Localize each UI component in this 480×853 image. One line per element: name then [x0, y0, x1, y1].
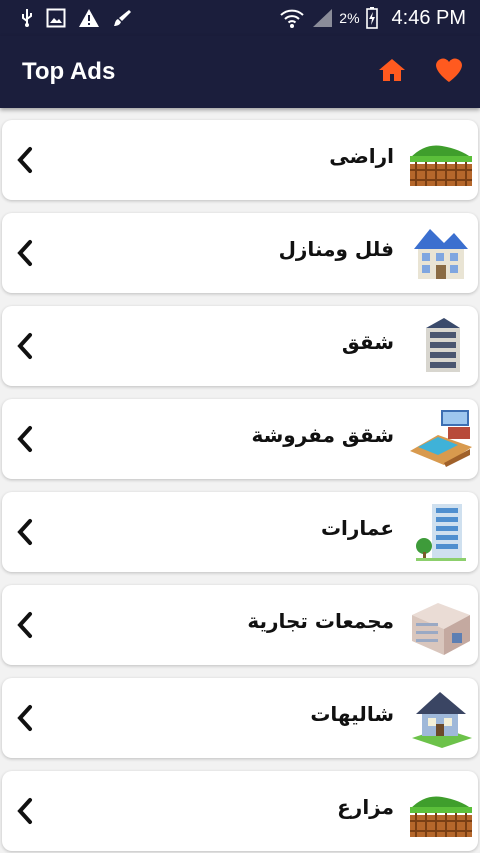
category-land[interactable]: اراضى [2, 120, 478, 200]
mall-icon [412, 603, 470, 655]
category-buildings[interactable]: عمارات [2, 492, 478, 572]
category-label: شقق [341, 330, 394, 354]
usb-icon [20, 8, 34, 28]
category-apartments[interactable]: شقق [2, 306, 478, 386]
battery-percent: 2% [339, 10, 360, 26]
status-left [20, 8, 132, 28]
chevron-left-icon [17, 705, 32, 731]
category-label: مجمعات تجارية [247, 609, 394, 633]
status-right: 2% 4:46 PM [279, 7, 466, 30]
chevron-left-icon [17, 426, 32, 452]
category-label: اراضى [329, 144, 394, 168]
signal-icon [311, 8, 333, 28]
apartment-icon [426, 318, 460, 372]
heart-icon[interactable] [434, 56, 464, 88]
brush-icon [112, 8, 132, 28]
furnished-apartment-icon [410, 410, 472, 467]
category-label: عمارات [320, 516, 394, 540]
app-bar: Top Ads [0, 36, 480, 108]
image-icon [46, 8, 66, 28]
category-label: شاليهات [310, 702, 394, 726]
category-farms[interactable]: مزارع [2, 771, 478, 851]
land-icon [410, 145, 472, 186]
category-label: فلل ومنازل [278, 237, 394, 261]
building-icon [416, 504, 466, 561]
clock: 4:46 PM [391, 6, 466, 29]
category-malls[interactable]: مجمعات تجارية [2, 585, 478, 665]
category-furnished-apartments[interactable]: شقق مفروشة [2, 399, 478, 479]
warning-icon [78, 8, 100, 28]
status-bar: 2% 4:46 PM [0, 0, 480, 36]
category-label: مزارع [337, 795, 394, 819]
chalet-icon [412, 692, 472, 748]
chevron-left-icon [17, 240, 32, 266]
category-villas[interactable]: فلل ومنازل [2, 213, 478, 293]
chevron-left-icon [17, 519, 32, 545]
chevron-left-icon [17, 147, 32, 173]
category-label: شقق مفروشة [251, 423, 395, 447]
category-chalets[interactable]: شاليهات [2, 678, 478, 758]
battery-icon [365, 7, 378, 29]
app-actions [378, 56, 464, 88]
chevron-left-icon [17, 333, 32, 359]
villa-icon [414, 229, 468, 279]
wifi-icon [279, 7, 305, 29]
chevron-left-icon [17, 798, 32, 824]
home-icon[interactable] [378, 57, 406, 87]
farm-icon [410, 796, 472, 837]
chevron-left-icon [17, 612, 32, 638]
app-title: Top Ads [22, 58, 116, 85]
